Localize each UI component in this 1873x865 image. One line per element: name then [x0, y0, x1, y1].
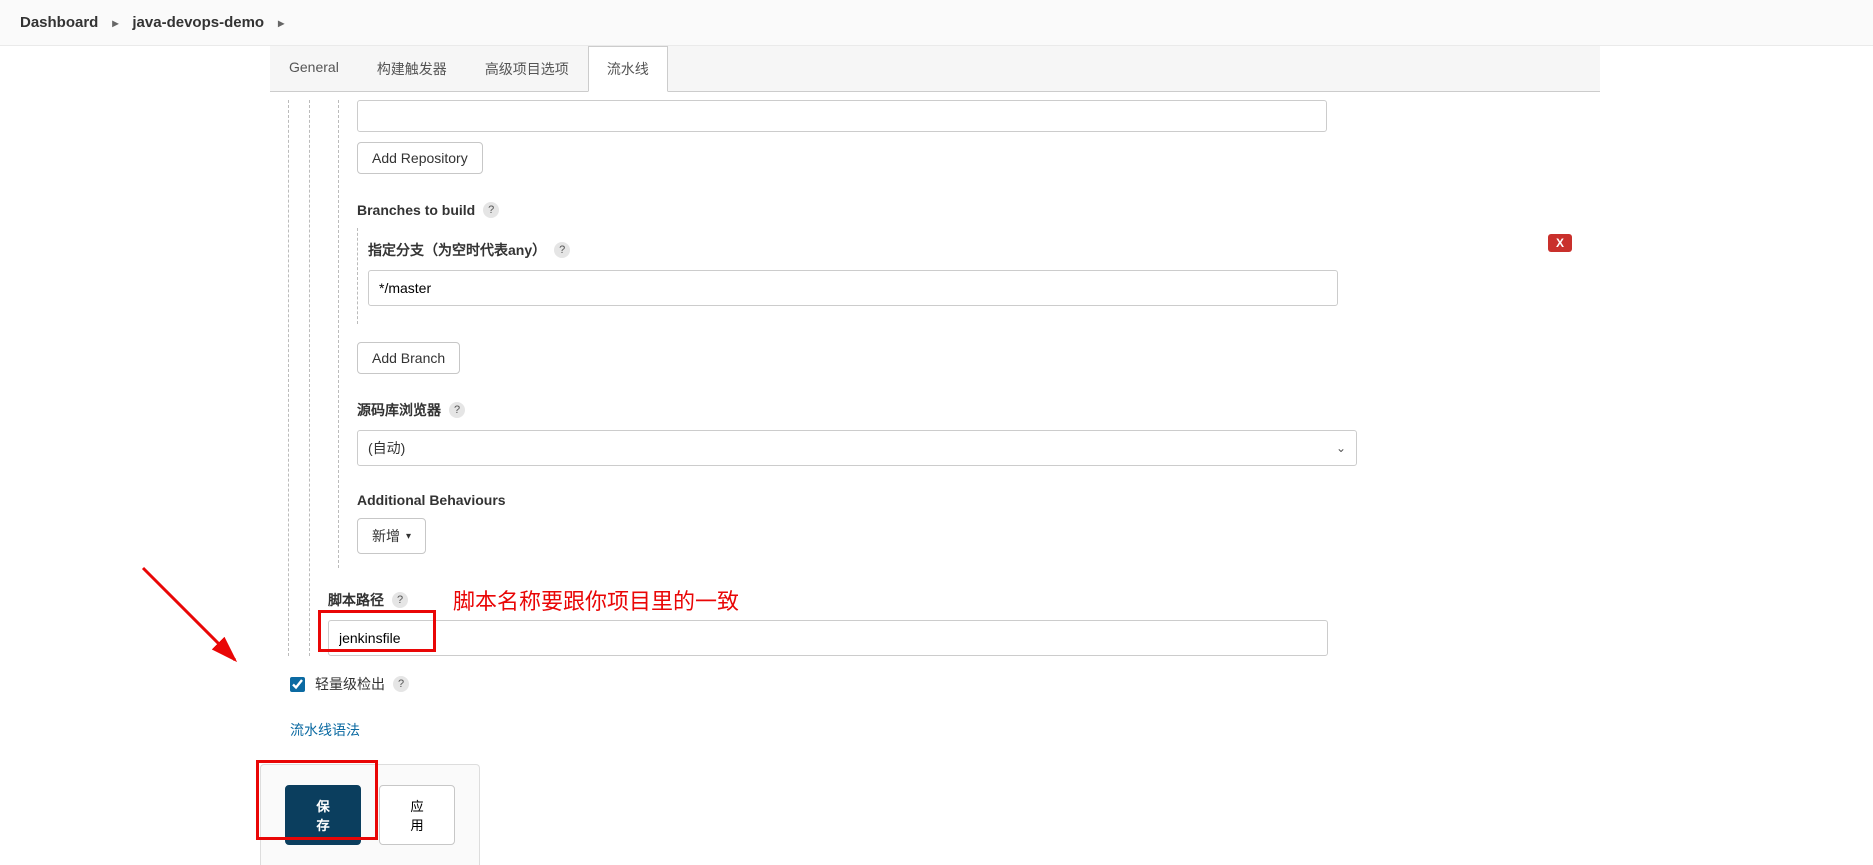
help-icon[interactable]: ?	[393, 676, 409, 692]
repo-browser-selected: (自动)	[368, 438, 405, 458]
help-icon[interactable]: ?	[449, 402, 465, 418]
help-icon[interactable]: ?	[392, 592, 408, 608]
branches-to-build-label: Branches to build ?	[357, 202, 1600, 218]
caret-down-icon: ▾	[406, 531, 411, 542]
lightweight-checkout-checkbox[interactable]	[290, 677, 305, 692]
chevron-down-icon: ⌄	[1336, 441, 1346, 455]
tab-advanced-options[interactable]: 高级项目选项	[466, 46, 588, 92]
chevron-right-icon: ▸	[278, 16, 284, 30]
apply-button[interactable]: 应用	[379, 785, 455, 845]
chevron-right-icon: ▸	[112, 16, 118, 30]
breadcrumb: Dashboard ▸ java-devops-demo ▸	[0, 0, 1873, 46]
add-repository-label: Add Repository	[372, 150, 468, 166]
tab-build-triggers[interactable]: 构建触发器	[358, 46, 466, 92]
breadcrumb-item-dashboard[interactable]: Dashboard	[20, 14, 98, 31]
help-icon[interactable]: ?	[554, 242, 570, 258]
repo-browser-label: 源码库浏览器 ?	[357, 400, 1600, 420]
additional-behaviours-label: Additional Behaviours	[357, 492, 1600, 508]
tab-general[interactable]: General	[270, 46, 358, 92]
branch-specifier-input[interactable]	[368, 270, 1338, 306]
help-icon[interactable]: ?	[483, 202, 499, 218]
lightweight-checkout-row[interactable]: 轻量级检出 ?	[270, 656, 1600, 702]
add-behaviour-button[interactable]: 新增 ▾	[357, 518, 426, 554]
config-tabs: General 构建触发器 高级项目选项 流水线	[270, 46, 1600, 92]
lightweight-checkout-label: 轻量级检出	[315, 674, 385, 694]
add-repository-button[interactable]: Add Repository	[357, 142, 483, 174]
save-button[interactable]: 保存	[285, 785, 361, 845]
footer-button-bar: 保存 应用	[260, 764, 480, 865]
breadcrumb-item-project[interactable]: java-devops-demo	[132, 14, 264, 31]
add-behaviour-label: 新增	[372, 526, 400, 546]
script-path-label: 脚本路径 ?	[328, 590, 1600, 610]
branch-specifier-label: 指定分支（为空时代表any） ?	[368, 240, 1600, 260]
pipeline-syntax-link[interactable]: 流水线语法	[290, 720, 360, 740]
add-branch-button[interactable]: Add Branch	[357, 342, 460, 374]
script-path-input[interactable]	[328, 620, 1328, 656]
add-branch-label: Add Branch	[372, 350, 445, 366]
repo-browser-select[interactable]: (自动) ⌄	[357, 430, 1357, 466]
tab-pipeline[interactable]: 流水线	[588, 46, 668, 92]
delete-branch-button[interactable]: X	[1548, 234, 1572, 252]
credentials-input[interactable]	[357, 100, 1327, 132]
